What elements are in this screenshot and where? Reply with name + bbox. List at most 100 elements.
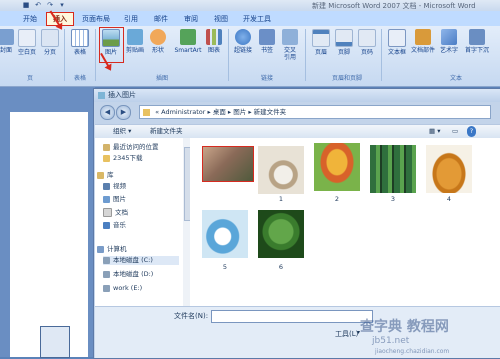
footer-button[interactable]: 页脚 [334, 29, 354, 56]
image-label-3: 3 [390, 195, 396, 203]
blank-page-button[interactable]: 空白页 [17, 29, 37, 56]
image-thumbnail-1[interactable] [258, 146, 304, 194]
smartart-button[interactable]: SmartArt [173, 29, 203, 54]
breadcrumb-item-administrator[interactable]: Administrator [161, 108, 205, 116]
clipart-button[interactable]: 剪贴画 [125, 29, 145, 54]
nav-item-label: 本地磁盘 (C:) [113, 256, 153, 264]
chart-label: 图表 [207, 47, 220, 54]
breadcrumb-item-pictures[interactable]: 图片 [233, 108, 246, 116]
page-break-button[interactable]: 分页 [40, 29, 60, 56]
library-icon [97, 171, 104, 179]
nav-item-libraries[interactable]: 库 [97, 171, 114, 180]
group-label-links: 链接 [260, 75, 273, 82]
image-label-5: 5 [222, 263, 228, 271]
help-icon[interactable]: ? [467, 126, 476, 137]
wordart-button[interactable]: 艺术字 [438, 29, 460, 54]
image-thumbnail-2[interactable] [314, 143, 360, 191]
picture-icon [98, 92, 105, 99]
bookmark-button[interactable]: 书签 [257, 29, 277, 54]
nav-item-drive-d[interactable]: 本地磁盘 (D:) [103, 270, 153, 279]
nav-item-recent-places[interactable]: 最近访问的位置 [103, 143, 159, 152]
nav-item-pictures[interactable]: 图片 [103, 195, 126, 204]
tools-button[interactable]: 工具(L) [335, 329, 358, 339]
header-button[interactable]: 页眉 [311, 29, 331, 56]
forward-button[interactable]: ▶ [116, 105, 131, 120]
image-thumbnail-selected[interactable] [202, 146, 254, 182]
ribbon-separator [381, 29, 382, 81]
view-options-icon[interactable]: ▦ ▾ [429, 126, 440, 137]
page-number-label: 页码 [360, 49, 373, 56]
cross-reference-button[interactable]: 交叉 引用 [280, 29, 300, 61]
table-button[interactable]: 表格 [70, 29, 90, 56]
textbox-button[interactable]: 文本框 [386, 29, 408, 56]
new-folder-button[interactable]: 新建文件夹 [150, 126, 183, 137]
group-label-header-footer: 页眉和页脚 [331, 75, 362, 82]
chart-button[interactable]: 图表 [204, 29, 224, 54]
drive-icon [103, 284, 110, 292]
nav-item-documents[interactable]: 文档 [103, 208, 128, 218]
organize-button[interactable]: 组织 ▾ [113, 126, 131, 137]
breadcrumb-item-desktop[interactable]: 桌面 [213, 108, 226, 116]
title-bar: ■ ↶ ↷ ▾ 新建 Microsoft Word 2007 文档 - Micr… [0, 0, 500, 11]
dropcap-label: 首字下沉 [464, 47, 489, 54]
back-button[interactable]: ◀ [100, 105, 115, 120]
nav-item-computer[interactable]: 计算机 [97, 245, 127, 254]
nav-item-drive-e[interactable]: work (E:) [103, 284, 142, 293]
blank-page-label: 空白页 [17, 49, 36, 56]
undo-icon[interactable]: ↶ [34, 1, 42, 9]
hyperlink-button[interactable]: 超链接 [233, 29, 253, 54]
nav-item-label: 图片 [113, 195, 126, 203]
watermark-url: jiaocheng.chazidian.com [375, 348, 450, 355]
image-label-1: 1 [278, 195, 284, 203]
nav-item-videos[interactable]: 视频 [103, 182, 126, 191]
nav-item-drive-c[interactable]: 本地磁盘 (C:) [103, 256, 179, 265]
page-number-icon [358, 29, 376, 47]
customize-icon[interactable]: ▾ [58, 1, 66, 9]
image-thumbnail-3[interactable] [370, 145, 416, 193]
document-page[interactable] [10, 112, 88, 357]
nav-item-label: work (E:) [113, 284, 143, 292]
cover-button[interactable]: 封面 [0, 29, 16, 54]
filename-input[interactable] [211, 310, 373, 323]
image-label-4: 4 [446, 195, 452, 203]
computer-icon [97, 245, 104, 253]
dropcap-button[interactable]: 首字下沉 [462, 29, 492, 54]
wordart-label: 艺术字 [439, 47, 458, 54]
breadcrumb-overflow[interactable]: « [155, 108, 159, 116]
header-label: 页眉 [314, 49, 327, 56]
image-thumbnail-4[interactable] [426, 145, 472, 193]
tab-developer[interactable]: 开发工具 [238, 13, 276, 25]
redo-icon[interactable]: ↷ [46, 1, 54, 9]
image-thumbnail-5[interactable] [202, 210, 248, 258]
shapes-button[interactable]: 形状 [148, 29, 168, 54]
quick-parts-button[interactable]: 文档部件 [410, 29, 436, 54]
recent-places-icon [103, 143, 110, 151]
page-number-button[interactable]: 页码 [357, 29, 377, 56]
organize-label: 组织 [113, 127, 126, 135]
tab-view[interactable]: 视图 [208, 13, 234, 25]
tab-home[interactable]: 开始 [18, 13, 42, 25]
image-thumbnail-6[interactable] [258, 210, 304, 258]
tab-mailings[interactable]: 邮件 [148, 13, 174, 25]
tab-review[interactable]: 审阅 [178, 13, 204, 25]
nav-item-label: 音乐 [113, 221, 126, 229]
tab-page-layout[interactable]: 页面布局 [78, 13, 114, 25]
watermark-title: 查字典 教程网 [360, 319, 449, 335]
shapes-icon [150, 29, 166, 45]
textbox-label: 文本框 [387, 49, 406, 56]
preview-pane-icon[interactable]: ▭ [452, 126, 458, 137]
dialog-toolbar: 组织 ▾ 新建文件夹 ▦ ▾ ▭ ? [95, 124, 500, 139]
filename-label: 文件名(N): [174, 312, 209, 320]
save-icon[interactable]: ■ [22, 1, 30, 9]
breadcrumb[interactable]: « Administrator ▸ 桌面 ▸ 图片 ▸ 新建文件夹 [139, 105, 491, 119]
pictures-icon [103, 195, 110, 203]
nav-item-2345-downloads[interactable]: 2345下载 [103, 154, 143, 163]
dialog-title: 插入图片 [108, 91, 136, 99]
tab-references[interactable]: 引用 [118, 13, 144, 25]
nav-item-music[interactable]: 音乐 [103, 221, 126, 230]
blank-page-icon [18, 29, 36, 47]
breadcrumb-item-new-folder[interactable]: 新建文件夹 [254, 108, 287, 116]
textbox-icon [388, 29, 406, 47]
file-list: 1 2 3 4 5 6 [190, 138, 500, 306]
hyperlink-icon [235, 29, 251, 45]
